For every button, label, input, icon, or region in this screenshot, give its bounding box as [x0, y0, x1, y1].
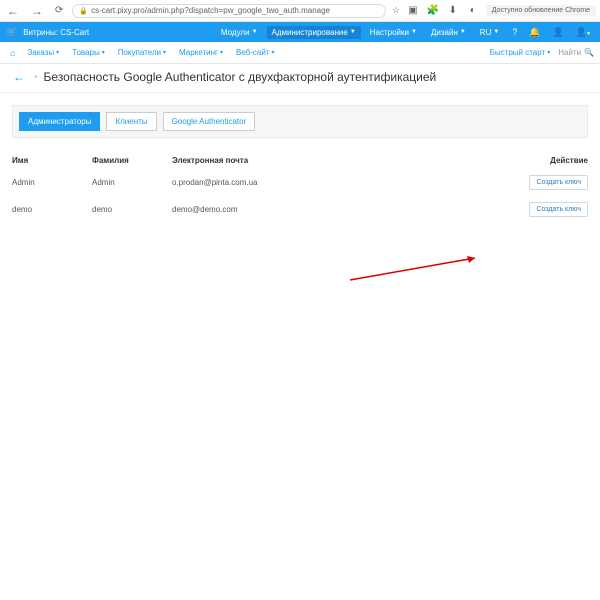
translate-icon[interactable]: ▣ [406, 4, 420, 18]
create-key-button[interactable]: Создать ключ [529, 175, 588, 190]
browser-toolbar: ← → ⟳ 🔒 cs-cart.pixy.pro/admin.php?dispa… [0, 0, 600, 22]
users-table: Имя Фамилия Электронная почта Действие A… [12, 152, 588, 223]
forward-arrow-icon[interactable]: → [28, 4, 46, 18]
cell-firstname: demo [12, 205, 92, 214]
title-row: ← • Безопасность Google Authenticator с … [0, 64, 600, 93]
chrome-update-badge[interactable]: Доступно обновление Chrome [486, 5, 596, 16]
create-key-button[interactable]: Создать ключ [529, 202, 588, 217]
app-topbar: 🛒 Витрины: CS-Cart Модули▼ Администриров… [0, 22, 600, 42]
home-icon[interactable]: ⌂ [6, 46, 19, 60]
reload-icon[interactable]: ⟳ [52, 5, 66, 16]
caret-down-icon: ▾ [587, 31, 590, 37]
url-bar[interactable]: 🔒 cs-cart.pixy.pro/admin.php?dispatch=pw… [72, 4, 385, 18]
menu-administration[interactable]: Администрирование▼ [267, 26, 361, 39]
caret-down-icon: ▼ [460, 29, 466, 35]
incognito-icon[interactable]: ◐ [466, 4, 480, 18]
caret-down-icon: ▼ [350, 29, 356, 35]
caret-down-icon: ▾ [547, 49, 550, 56]
table-row: Admin Admin o.prodan@pinta.com.ua Создат… [12, 169, 588, 196]
back-button[interactable]: ← [10, 70, 28, 84]
caret-down-icon: ▾ [163, 49, 166, 56]
lock-icon: 🔒 [79, 7, 88, 15]
nav-products[interactable]: Товары▾ [67, 46, 110, 59]
menu-settings[interactable]: Настройки▼ [365, 26, 422, 39]
header-firstname: Имя [12, 156, 92, 165]
header-action: Действие [508, 156, 588, 165]
cell-lastname: demo [92, 205, 172, 214]
menu-modules[interactable]: Модули▼ [216, 26, 263, 39]
caret-down-icon: ▾ [102, 49, 105, 56]
nav-marketing[interactable]: Маркетинг▾ [174, 46, 228, 59]
caret-down-icon: ▼ [493, 29, 499, 35]
cart-icon[interactable]: 🛒 [6, 27, 17, 38]
header-lastname: Фамилия [92, 156, 172, 165]
separator: • [34, 72, 38, 83]
cell-lastname: Admin [92, 178, 172, 187]
notification-icon[interactable]: 🔔 [525, 25, 544, 40]
nav-orders[interactable]: Заказы▾ [22, 46, 64, 59]
caret-down-icon: ▾ [272, 49, 275, 56]
content-area: Администраторы Клиенты Google Authentica… [0, 93, 600, 235]
url-text: cs-cart.pixy.pro/admin.php?dispatch=pw_g… [91, 6, 330, 15]
cell-email: o.prodan@pinta.com.ua [172, 178, 372, 187]
page-title: Безопасность Google Authenticator с двух… [44, 70, 437, 84]
quickstart-button[interactable]: Быстрый старт▾ [490, 48, 551, 57]
tabs-container: Администраторы Клиенты Google Authentica… [12, 105, 588, 138]
storefront-label[interactable]: Витрины: CS-Cart [23, 28, 89, 37]
back-arrow-icon[interactable]: ← [4, 4, 22, 18]
cell-firstname: Admin [12, 178, 92, 187]
caret-down-icon: ▼ [252, 29, 258, 35]
header-email: Электронная почта [172, 156, 372, 165]
caret-down-icon: ▼ [411, 29, 417, 35]
tab-administrators[interactable]: Администраторы [19, 112, 100, 131]
extensions-icon[interactable]: 🧩 [426, 4, 440, 18]
main-navbar: ⌂ Заказы▾ Товары▾ Покупатели▾ Маркетинг▾… [0, 42, 600, 64]
admin-icon[interactable]: 👤 [549, 25, 568, 40]
user-icon[interactable]: 👤▾ [572, 25, 594, 40]
cell-email: demo@demo.com [172, 205, 372, 214]
caret-down-icon: ▾ [220, 49, 223, 56]
caret-down-icon: ▾ [56, 49, 59, 56]
download-icon[interactable]: ⬇ [446, 4, 460, 18]
search-input[interactable]: Найти 🔍 [558, 48, 594, 57]
nav-website[interactable]: Веб-сайт▾ [231, 46, 280, 59]
tab-google-authenticator[interactable]: Google Authenticator [163, 112, 256, 131]
table-header: Имя Фамилия Электронная почта Действие [12, 152, 588, 169]
star-icon[interactable]: ☆ [392, 5, 400, 16]
menu-language[interactable]: RU▼ [475, 26, 505, 39]
table-row: demo demo demo@demo.com Создать ключ [12, 196, 588, 223]
annotation-arrow-icon [345, 250, 495, 290]
tab-clients[interactable]: Клиенты [106, 112, 156, 131]
nav-customers[interactable]: Покупатели▾ [113, 46, 171, 59]
help-icon[interactable]: ? [508, 25, 521, 39]
menu-design[interactable]: Дизайн▼ [426, 26, 471, 39]
